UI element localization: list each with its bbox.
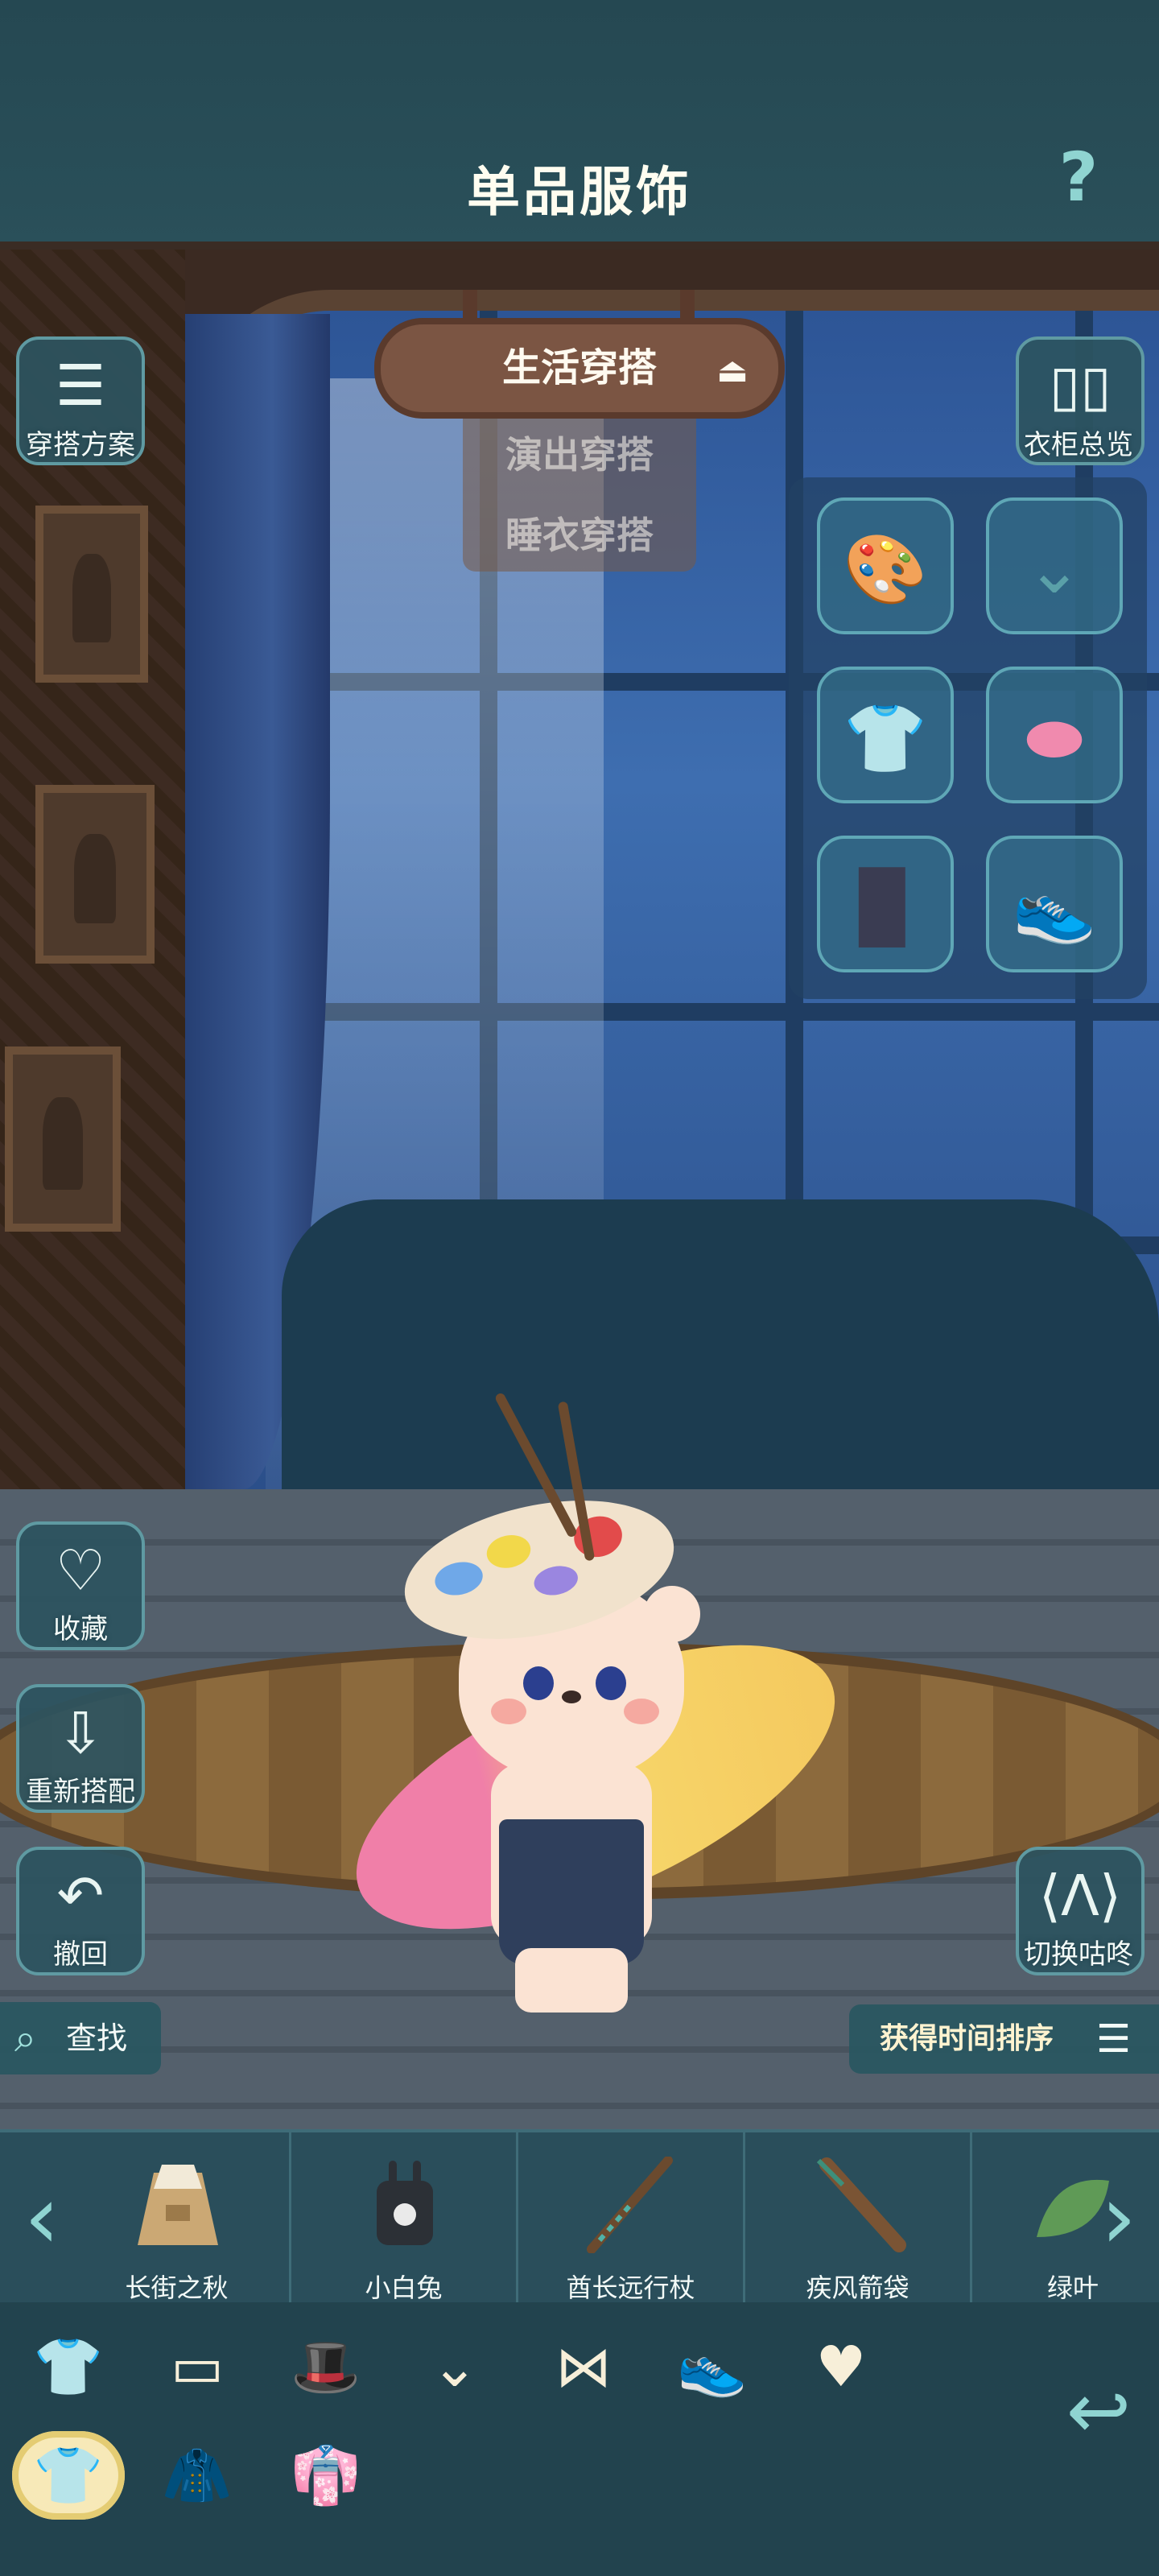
switch-character-icon: ⟨ᐱ⟩ — [1038, 1863, 1122, 1929]
bunny-hoodie-icon — [349, 2157, 461, 2253]
palette-hat-icon: 🎨 — [843, 530, 928, 609]
rematch-icon: ⇩ — [56, 1700, 105, 1766]
chevron-left-icon[interactable]: ‹ — [18, 2165, 66, 2269]
item-strip: ‹ 长街之秋 小白兔 酋长远行杖 疾风箭袋 绿叶 › — [0, 2129, 1159, 2306]
rematch-label: 重新搭配 — [26, 1776, 135, 1808]
item-card[interactable]: 疾风箭袋 — [745, 2132, 972, 2306]
outfit-plan-icon: ☰ — [55, 353, 106, 419]
page-title: 单品服饰 — [467, 161, 692, 223]
set-group-icon[interactable]: 👘 — [270, 2431, 382, 2520]
item-card[interactable]: 小白兔 — [291, 2132, 518, 2306]
heart-icon[interactable]: ♥ — [801, 2326, 881, 2407]
sort-icon: ☰ — [1096, 2017, 1132, 2062]
chevron-right-icon[interactable]: › — [1095, 2165, 1143, 2269]
undo-label: 撤回 — [53, 1938, 108, 1971]
item-card[interactable]: 酋长远行杖 — [518, 2132, 745, 2306]
item-label: 酋长远行杖 — [566, 2273, 695, 2303]
picture-frame — [35, 785, 155, 964]
item-card[interactable]: 长街之秋 — [64, 2132, 291, 2306]
item-label: 小白兔 — [365, 2273, 443, 2303]
heart-icon: ♡ — [55, 1538, 106, 1604]
trench-coat-icon — [122, 2157, 234, 2253]
eject-icon[interactable]: ⏏ — [708, 346, 757, 394]
picture-frame — [5, 1046, 121, 1232]
switch-character-label: 切换咕咚 — [1024, 1938, 1133, 1971]
search-icon: ⌕ — [14, 2016, 36, 2061]
shirt-icon: 👕 — [843, 699, 928, 778]
outfit-option-pajamas[interactable]: 睡衣穿搭 — [463, 499, 696, 572]
search-button[interactable]: ⌕ 查找 — [0, 2002, 161, 2074]
slot-hat[interactable]: 🎨 — [817, 497, 954, 634]
favorite-label: 收藏 — [53, 1613, 108, 1645]
shoe-icon: 👟 — [1012, 868, 1097, 947]
necklace-icon[interactable]: ⌄ — [415, 2326, 495, 2407]
slot-top[interactable]: 👕 — [817, 667, 954, 803]
wardrobe-label: 衣柜总览 — [1024, 429, 1133, 461]
staff-icon — [575, 2156, 688, 2254]
overalls — [499, 1819, 644, 1964]
outfit-plan-label: 穿搭方案 — [26, 429, 135, 461]
undo-icon: ↶ — [56, 1863, 105, 1929]
item-label: 绿叶 — [1046, 2273, 1099, 2303]
header-divider — [0, 242, 1159, 250]
quiver-icon — [802, 2157, 915, 2253]
bow-icon[interactable]: ⋈ — [543, 2326, 624, 2407]
wardrobe-icon: ▯▯ — [1049, 353, 1112, 419]
sort-label: 获得时间排序 — [880, 2022, 1054, 2055]
slot-bottom[interactable]: ▉ — [817, 836, 954, 972]
surfboard-icon: ⬬ — [1025, 699, 1083, 778]
shirt-icon[interactable]: 👕 — [28, 2326, 109, 2407]
question-icon[interactable]: ? — [1046, 141, 1111, 213]
shoe-icon[interactable]: 👟 — [672, 2326, 753, 2407]
overalls-icon: ▉ — [859, 868, 912, 947]
slot-shoes[interactable]: 👟 — [986, 836, 1123, 972]
pants-icon[interactable]: ▭ — [157, 2326, 237, 2407]
hat-icon[interactable]: 🎩 — [286, 2326, 366, 2407]
slot-accessory[interactable]: ⌄ — [986, 497, 1123, 634]
outfit-dropdown: 演出穿搭 睡衣穿搭 — [463, 419, 696, 572]
outfit-current[interactable]: 生活穿搭 — [483, 330, 676, 407]
back-icon[interactable]: ↩ — [1054, 2367, 1143, 2455]
necklace-icon: ⌄ — [1025, 530, 1083, 609]
picture-frame — [35, 506, 148, 683]
search-label: 查找 — [66, 2021, 128, 2056]
clothing-group-icon[interactable]: 👕 — [12, 2431, 125, 2520]
slot-handheld[interactable]: ⬬ — [986, 667, 1123, 803]
item-label: 长街之秋 — [125, 2273, 229, 2303]
outfit-option-performance[interactable]: 演出穿搭 — [463, 419, 696, 491]
outfit-group-icon[interactable]: 🧥 — [141, 2431, 254, 2520]
sort-button[interactable]: 获得时间排序 ☰ — [849, 2004, 1159, 2074]
top-header: 单品服饰 ? — [0, 0, 1159, 250]
equipped-slot-panel: 🎨 ⌄ 👕 ⬬ ▉ 👟 — [789, 477, 1147, 999]
item-label: 疾风箭袋 — [806, 2273, 909, 2303]
character-avatar[interactable] — [317, 1391, 874, 2029]
